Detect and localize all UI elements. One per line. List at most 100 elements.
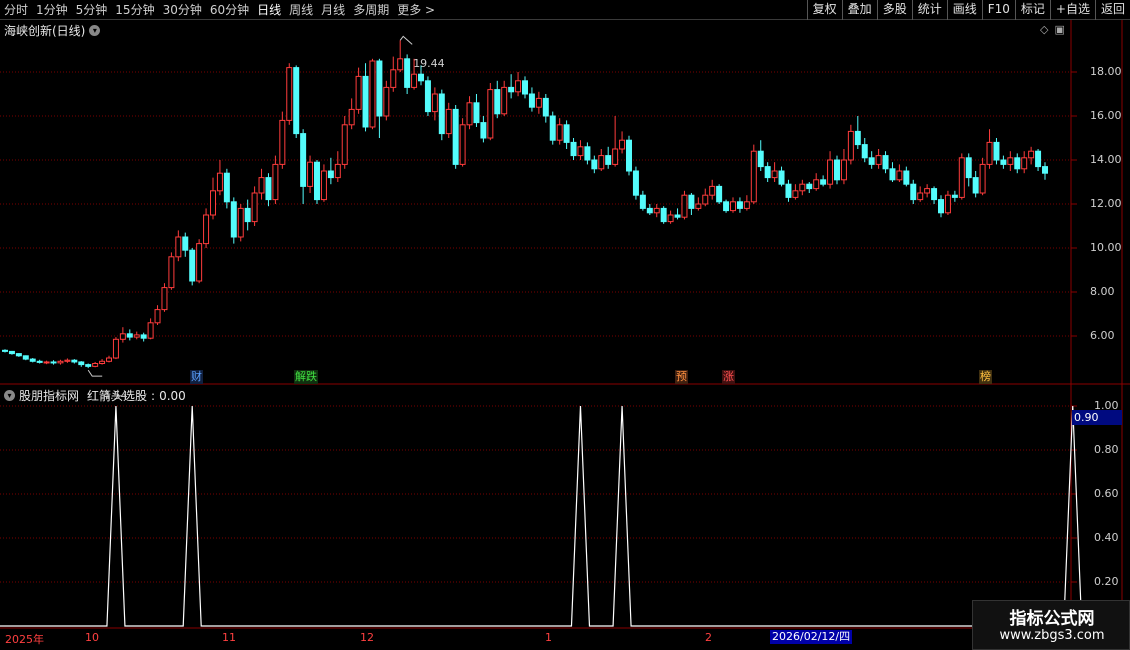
- candle-body: [938, 199, 944, 214]
- diamond-icon[interactable]: ◇: [1040, 23, 1048, 36]
- candle-body: [924, 188, 931, 194]
- candle-body: [459, 124, 466, 165]
- period-tab-5[interactable]: 60分钟: [206, 0, 253, 20]
- candle-body: [702, 194, 709, 205]
- period-tab-1[interactable]: 1分钟: [32, 0, 72, 20]
- time-tick-label: 10: [85, 631, 99, 644]
- candle-body: [348, 108, 355, 126]
- candle-body: [820, 179, 827, 185]
- watermark-url: www.zbgs3.com: [999, 628, 1105, 643]
- candle-body: [903, 170, 910, 185]
- candle-body: [362, 75, 369, 128]
- candle-body: [452, 108, 459, 165]
- kline-chart[interactable]: [0, 20, 1130, 650]
- candle-body: [515, 80, 522, 93]
- period-tab-4[interactable]: 30分钟: [159, 0, 206, 20]
- candle-body: [376, 60, 383, 117]
- period-toolbar: 分时 1分钟 5分钟 15分钟 30分钟 60分钟 日线 周线 月线 多周期 更多 > 复权 叠加 多股…: [0, 0, 1130, 20]
- period-tab-10[interactable]: 更多 >: [393, 0, 439, 20]
- candle-body: [584, 146, 591, 161]
- candle-body: [487, 89, 494, 139]
- chevron-down-icon[interactable]: ▾: [4, 390, 15, 401]
- candle-body: [508, 86, 515, 93]
- candle-body: [355, 75, 362, 110]
- candle-body: [411, 73, 418, 88]
- candle-body: [917, 192, 924, 201]
- watermark: 指标公式网 www.zbgs3.com: [972, 600, 1130, 650]
- candle-body: [230, 201, 237, 238]
- chevron-down-icon[interactable]: ▾: [89, 25, 101, 36]
- candle-body: [99, 360, 106, 364]
- price-tick-label: 18.00: [1090, 65, 1122, 78]
- candle-body: [494, 89, 501, 115]
- action-button-7[interactable]: +自选: [1049, 0, 1095, 20]
- action-button-4[interactable]: 画线: [946, 0, 982, 20]
- candle-body: [861, 144, 868, 159]
- period-tab-0[interactable]: 分时: [0, 0, 32, 20]
- candle-body: [1042, 166, 1048, 174]
- candle-body: [730, 201, 736, 212]
- candle-body: [875, 155, 882, 165]
- action-button-1[interactable]: 叠加: [841, 0, 877, 20]
- candle-body: [334, 163, 341, 179]
- event-tag[interactable]: 涨: [722, 370, 735, 384]
- candle-body: [632, 170, 639, 196]
- high-marker-pointer: [399, 35, 413, 45]
- candle-body: [133, 334, 140, 338]
- period-tab-9[interactable]: 多周期: [349, 0, 393, 20]
- candle-body: [438, 93, 445, 135]
- indicator-tick-label: 0.20: [1094, 575, 1119, 588]
- price-tick-label: 6.00: [1090, 329, 1115, 342]
- indicator-current-value: 0.90: [1072, 410, 1122, 425]
- candle-body: [22, 355, 29, 360]
- price-tick-label: 16.00: [1090, 109, 1122, 122]
- period-tab-3[interactable]: 15分钟: [111, 0, 158, 20]
- candle-body: [119, 333, 126, 340]
- event-tag[interactable]: 财: [190, 370, 203, 384]
- event-tag[interactable]: 解跌: [294, 370, 318, 384]
- candle-body: [369, 60, 376, 128]
- candle-body: [286, 67, 293, 121]
- candle-body: [8, 350, 15, 355]
- indicator-tick-label: 0.60: [1094, 487, 1119, 500]
- candle-body: [15, 353, 22, 357]
- candle-body: [716, 185, 723, 203]
- period-tab-6[interactable]: 日线: [253, 0, 285, 20]
- candle-body: [986, 141, 993, 165]
- candle-body: [965, 157, 972, 179]
- candle-body: [43, 361, 50, 364]
- candle-body: [237, 207, 244, 238]
- action-button-3[interactable]: 统计: [911, 0, 947, 20]
- period-tab-7[interactable]: 周线: [285, 0, 317, 20]
- period-tab-2[interactable]: 5分钟: [72, 0, 112, 20]
- candle-body: [612, 148, 619, 165]
- indicator-colon: :: [151, 388, 156, 403]
- candle-body: [1000, 159, 1007, 165]
- candle-body: [660, 207, 667, 223]
- candle-body: [216, 172, 223, 192]
- action-buttons: 复权 叠加 多股 统计 画线 F10 标记 +自选 返回: [806, 0, 1130, 20]
- candle-body: [646, 207, 653, 214]
- action-button-6[interactable]: 标记: [1014, 0, 1050, 20]
- candle-body: [778, 170, 785, 185]
- event-tag[interactable]: 榜: [979, 370, 992, 384]
- period-tab-8[interactable]: 月线: [317, 0, 349, 20]
- action-button-0[interactable]: 复权: [806, 0, 842, 20]
- candle-body: [147, 322, 154, 339]
- candle-body: [320, 170, 327, 201]
- window-toggle-icon[interactable]: ▣: [1054, 23, 1064, 36]
- candle-body: [993, 141, 1000, 161]
- event-tag[interactable]: 预: [675, 370, 688, 384]
- candle-body: [341, 124, 348, 165]
- candle-body: [189, 249, 196, 282]
- candle-body: [522, 80, 528, 95]
- candle-body: [501, 86, 508, 115]
- action-button-5[interactable]: F10: [981, 0, 1015, 20]
- action-button-8[interactable]: 返回: [1094, 0, 1130, 20]
- indicator-source: 股朋指标网: [19, 389, 80, 403]
- date-cursor-label: 2026/02/12/四: [770, 630, 853, 644]
- candle-body: [723, 201, 730, 212]
- candle-body: [834, 159, 840, 181]
- action-button-2[interactable]: 多股: [876, 0, 912, 20]
- candle-body: [418, 73, 424, 82]
